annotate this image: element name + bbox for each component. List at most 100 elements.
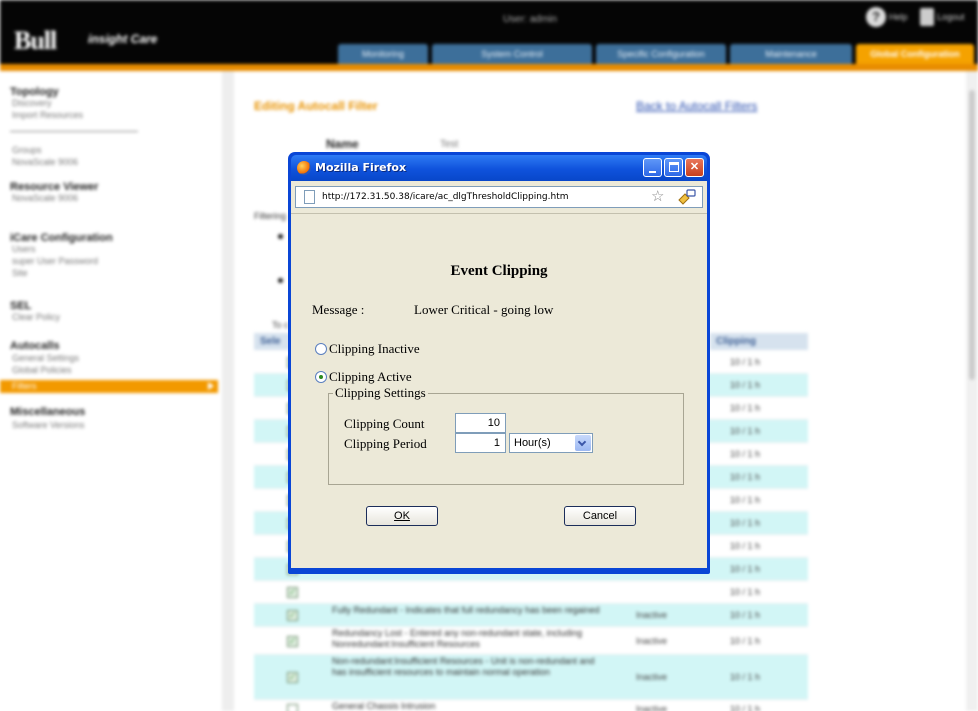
row-clipping[interactable]: 10 / 1 h: [730, 587, 760, 597]
back-to-filters-link[interactable]: Back to Autocall Filters: [636, 99, 757, 113]
url-bar[interactable]: http://172.31.50.38/icare/ac_dlgThreshol…: [295, 186, 703, 208]
bull-logo: Bull: [14, 26, 57, 55]
name-value: Test: [440, 139, 459, 150]
maximize-icon: [669, 162, 679, 172]
row-status: Inactive: [636, 610, 668, 620]
bullet-icon: [278, 234, 283, 239]
tab-global-configuration[interactable]: Global Configuration: [856, 44, 974, 64]
dialog-titlebar[interactable]: Mozilla Firefox ✕: [291, 155, 707, 181]
table-row[interactable]: ✓ Non-redundant:Insufficient Resources - …: [254, 655, 808, 700]
column-header-clipping: Clipping: [710, 333, 808, 350]
clipping-period-input[interactable]: 1: [455, 433, 506, 453]
maximize-button[interactable]: [664, 158, 683, 177]
page-title: Editing Autocall Filter: [254, 99, 378, 113]
row-status: Inactive: [636, 636, 668, 646]
close-button[interactable]: ✕: [685, 158, 704, 177]
sidebar-scrollbar[interactable]: [222, 71, 234, 711]
close-icon: ✕: [689, 161, 700, 173]
sidebar-item-groups[interactable]: Groups: [12, 145, 42, 155]
clipping-period-unit-select[interactable]: Hour(s): [509, 433, 593, 453]
clipping-active-radio[interactable]: [315, 371, 327, 383]
security-key-icon[interactable]: [677, 188, 697, 206]
ok-button[interactable]: OK: [366, 506, 438, 526]
row-clipping[interactable]: 10 / 1 h: [730, 472, 760, 482]
help-icon[interactable]: ?: [866, 7, 886, 27]
row-clipping[interactable]: 10 / 1 h: [730, 672, 760, 682]
table-row[interactable]: ✓ General Chassis Intrusion Inactive 10 / 1…: [254, 700, 808, 711]
sidebar-item-users[interactable]: Users: [12, 244, 36, 254]
row-clipping[interactable]: 10 / 1 h: [730, 403, 760, 413]
row-select-checkbox[interactable]: ✓: [287, 636, 298, 647]
sidebar-section-topology: Topology: [10, 86, 59, 98]
row-select-checkbox[interactable]: ✓: [287, 704, 298, 711]
sidebar-item-import-resources[interactable]: Import Resources: [12, 110, 83, 120]
tab-monitoring[interactable]: Monitoring: [338, 44, 428, 64]
minimize-button[interactable]: [643, 158, 662, 177]
row-clipping[interactable]: 10 / 1 h: [730, 426, 760, 436]
clipping-count-input[interactable]: 10: [455, 413, 506, 433]
row-description: Redundancy Lost - Entered any non-redund…: [332, 628, 583, 649]
row-clipping[interactable]: 10 / 1 h: [730, 636, 760, 646]
sidebar-item-software-versions[interactable]: Software Versions: [12, 420, 85, 430]
logout-icon[interactable]: [920, 8, 934, 26]
clipping-settings-legend: Clipping Settings: [333, 385, 428, 401]
toolbar-separator: [291, 213, 707, 214]
clipping-inactive-radio[interactable]: [315, 343, 327, 355]
clipping-inactive-label[interactable]: Clipping Inactive: [329, 341, 420, 357]
sidebar-item-novascale-topology[interactable]: NovaScale 9006: [12, 157, 78, 167]
clipping-active-label[interactable]: Clipping Active: [329, 369, 412, 385]
sidebar-item-clear-policy[interactable]: Clear Policy: [12, 312, 60, 322]
row-clipping[interactable]: 10 / 1 h: [730, 610, 760, 620]
tab-specific-configuration[interactable]: Specific Configuration: [596, 44, 726, 64]
table-row[interactable]: ✓ Fully Redundant - Indicates that full r…: [254, 604, 808, 627]
row-clipping[interactable]: 10 / 1 h: [730, 518, 760, 528]
top-banner: Bull insight Care User: admin ? Help Log…: [0, 0, 978, 66]
cancel-button[interactable]: Cancel: [564, 506, 636, 526]
clipping-period-label: Clipping Period: [344, 436, 427, 451]
row-clipping[interactable]: 10 / 1 h: [730, 449, 760, 459]
sidebar-section-miscellaneous: Miscellaneous: [10, 406, 86, 418]
cancel-button-label: Cancel: [582, 510, 618, 522]
dropdown-button[interactable]: [575, 435, 591, 451]
sidebar-section-autocalls: Autocalls: [10, 340, 60, 352]
filtering-label: Filtering: [254, 211, 287, 221]
dialog-title: Mozilla Firefox: [315, 161, 407, 174]
event-clipping-heading: Event Clipping: [450, 263, 548, 279]
row-clipping[interactable]: 10 / 1 h: [730, 357, 760, 367]
name-label: Name: [326, 137, 359, 151]
page-icon: [304, 190, 315, 204]
radio-selected-dot: [319, 375, 323, 379]
tab-maintenance[interactable]: Maintenance: [730, 44, 852, 64]
url-text: http://172.31.50.38/icare/ac_dlgThreshol…: [322, 192, 569, 202]
sidebar-item-filters[interactable]: Filters: [0, 380, 218, 393]
period-unit-value: Hour(s): [514, 437, 551, 449]
sidebar-item-discovery[interactable]: Discovery: [12, 98, 52, 108]
table-note: To c: [272, 320, 289, 330]
page-scrollbar-thumb[interactable]: [969, 90, 975, 380]
table-row[interactable]: ✓ 10 / 1 h: [254, 581, 808, 604]
tab-system-control[interactable]: System Control: [432, 44, 592, 64]
firefox-dialog-window: Mozilla Firefox ✕ http://172.31.50.38/ic…: [288, 152, 710, 574]
row-clipping[interactable]: 10 / 1 h: [730, 704, 760, 711]
row-select-checkbox[interactable]: ✓: [287, 672, 298, 683]
sidebar-item-novascale-viewer[interactable]: NovaScale 9006: [12, 193, 78, 203]
row-description: Fully Redundant - Indicates that full re…: [332, 605, 600, 615]
sidebar-section-sel: SEL: [10, 300, 32, 312]
row-clipping[interactable]: 10 / 1 h: [730, 380, 760, 390]
row-clipping[interactable]: 10 / 1 h: [730, 495, 760, 505]
sidebar-item-site[interactable]: Site: [12, 268, 28, 278]
row-clipping[interactable]: 10 / 1 h: [730, 564, 760, 574]
sidebar-item-general-settings[interactable]: General Settings: [12, 353, 79, 363]
bookmark-star-icon[interactable]: ☆: [651, 188, 664, 206]
sidebar-item-super-user-password[interactable]: super User Password: [12, 256, 98, 266]
message-label: Message :: [312, 302, 365, 317]
row-clipping[interactable]: 10 / 1 h: [730, 541, 760, 551]
table-row[interactable]: ✓ Redundancy Lost - Entered any non-redun…: [254, 627, 808, 655]
logout-link[interactable]: Logout: [937, 12, 965, 22]
help-link[interactable]: Help: [889, 12, 908, 22]
firefox-icon: [297, 161, 311, 175]
row-select-checkbox[interactable]: ✓: [287, 610, 298, 621]
row-select-checkbox[interactable]: ✓: [287, 587, 298, 598]
sidebar-item-global-policies[interactable]: Global Policies: [12, 365, 72, 375]
row-status: Inactive: [636, 672, 668, 682]
